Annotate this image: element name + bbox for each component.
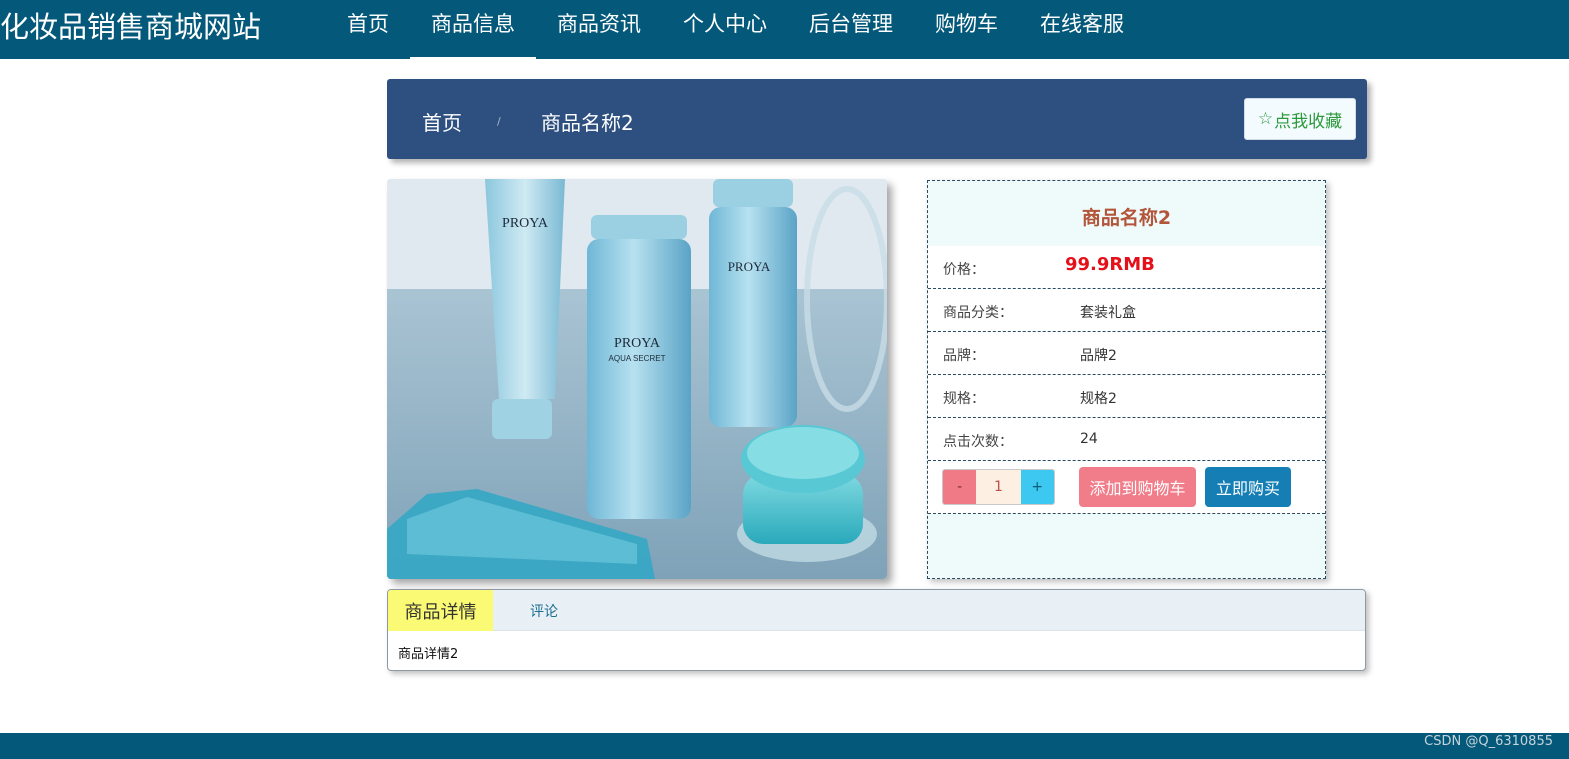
product-image-brand-3: PROYA: [728, 259, 771, 274]
brand-label: 品牌：: [943, 348, 985, 364]
quantity-input[interactable]: 1: [976, 470, 1021, 504]
category-row: 商品分类： 套装礼盒: [928, 289, 1325, 332]
add-to-cart-button[interactable]: 添加到购物车: [1079, 467, 1196, 507]
category-value: 套装礼盒: [1080, 305, 1136, 321]
clicks-label: 点击次数：: [943, 434, 1013, 450]
buy-now-button[interactable]: 立即购买: [1205, 467, 1291, 507]
purchase-actions: - 1 + 添加到购物车 立即购买: [928, 461, 1325, 514]
breadcrumb-home-link[interactable]: 首页: [422, 107, 462, 136]
nav-item-personal-center[interactable]: 个人中心: [662, 0, 788, 59]
top-navbar: 化妆品销售商城网站 首页 商品信息 商品资讯 个人中心 后台管理 购物车 在线客…: [0, 0, 1569, 59]
nav-item-admin[interactable]: 后台管理: [788, 0, 914, 59]
price-row: 价格： 99.9RMB: [928, 246, 1325, 289]
brand-row: 品牌： 品牌2: [928, 332, 1325, 375]
quantity-decrease-button[interactable]: -: [943, 470, 977, 504]
watermark-text: CSDN @Q_6310855: [1424, 734, 1553, 749]
price-value: 99.9RMB: [1065, 254, 1155, 275]
product-title: 商品名称2: [1081, 207, 1172, 229]
brand-value: 品牌2: [1080, 348, 1117, 364]
site-title[interactable]: 化妆品销售商城网站: [0, 4, 261, 46]
product-tabs: 商品详情 评论 商品详情2: [387, 589, 1366, 671]
spec-label: 规格：: [943, 391, 985, 407]
quantity-increase-button[interactable]: +: [1020, 470, 1054, 504]
nav-item-home[interactable]: 首页: [326, 0, 410, 59]
tab-comments[interactable]: 评论: [530, 601, 558, 621]
product-image-line: AQUA SECRET: [609, 354, 666, 363]
product-image-brand-2: PROYA: [614, 336, 661, 351]
nav-item-products[interactable]: 商品信息: [410, 0, 536, 59]
favorite-button-label: 点我收藏: [1274, 111, 1343, 132]
price-label: 价格：: [943, 262, 985, 278]
clicks-row: 点击次数： 24: [928, 418, 1325, 461]
breadcrumb-current: 商品名称2: [541, 111, 634, 135]
nav-item-support[interactable]: 在线客服: [1019, 0, 1145, 59]
product-detail-content: 商品详情2: [398, 647, 459, 662]
footer-bar: [0, 733, 1569, 759]
star-outline-icon: ☆: [1257, 109, 1274, 129]
tabs-header: 商品详情 评论: [388, 590, 1365, 631]
product-info-panel: 商品名称2 价格： 99.9RMB 商品分类： 套装礼盒 品牌： 品牌2 规格：…: [927, 180, 1326, 579]
breadcrumb-separator: /: [497, 115, 501, 128]
quantity-stepper: - 1 +: [942, 469, 1055, 505]
spec-value: 规格2: [1080, 391, 1117, 407]
tab-product-detail[interactable]: 商品详情: [388, 590, 493, 631]
favorite-button[interactable]: ☆ 点我收藏: [1244, 98, 1356, 140]
breadcrumb: 首页 / 商品名称2 ☆ 点我收藏: [387, 79, 1367, 159]
product-image: PROYA PROYA AQUA SECRET PROYA: [387, 179, 887, 579]
main-nav: 首页 商品信息 商品资讯 个人中心 后台管理 购物车 在线客服: [326, 0, 1145, 59]
clicks-value: 24: [1080, 431, 1098, 447]
product-image-brand: PROYA: [502, 216, 549, 231]
nav-item-cart[interactable]: 购物车: [914, 0, 1019, 59]
spec-row: 规格： 规格2: [928, 375, 1325, 418]
nav-item-news[interactable]: 商品资讯: [536, 0, 662, 59]
category-label: 商品分类：: [943, 305, 1013, 321]
